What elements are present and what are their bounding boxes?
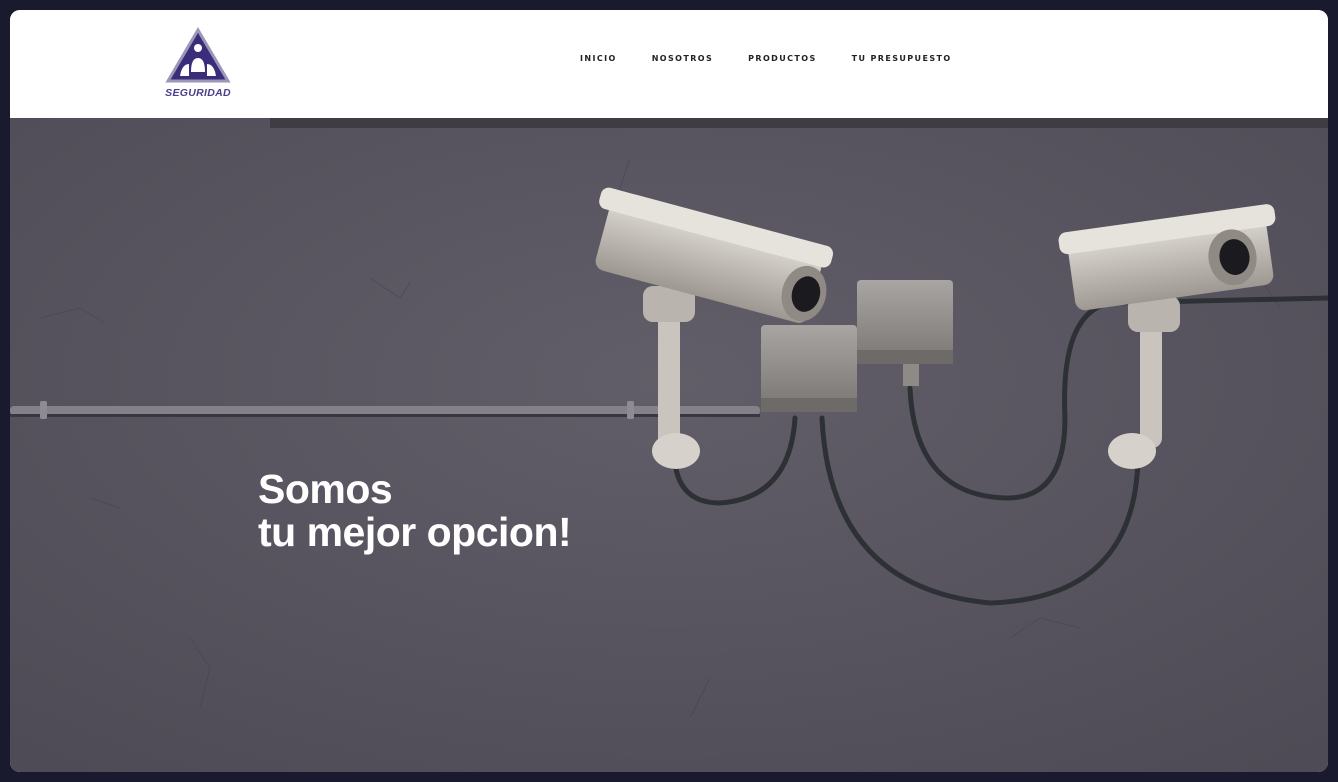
nav-item-tu-presupuesto[interactable]: TU PRESUPUESTO — [852, 53, 952, 65]
nav-item-nosotros[interactable]: NOSOTROS — [652, 53, 713, 65]
hero-title-line-1: Somos — [258, 466, 393, 512]
hero-background-image — [10, 118, 1328, 772]
site-logo[interactable]: SEGURIDAD — [158, 24, 238, 104]
browser-viewport: SEGURIDAD INICIO NOSOTROS PRODUCTOS TU P… — [10, 10, 1328, 772]
hero-title: Somos tu mejor opcion! — [258, 466, 572, 555]
hero-title-line-2: tu mejor opcion! — [258, 509, 572, 555]
site-header: SEGURIDAD INICIO NOSOTROS PRODUCTOS TU P… — [10, 10, 1328, 118]
nav-item-inicio[interactable]: INICIO — [580, 53, 617, 65]
logo-triangle-icon — [165, 27, 231, 83]
hero-banner: Somos tu mejor opcion! — [10, 118, 1328, 772]
nav-item-productos[interactable]: PRODUCTOS — [748, 53, 816, 65]
logo-text: SEGURIDAD — [165, 87, 231, 99]
main-navigation: INICIO NOSOTROS PRODUCTOS TU PRESUPUESTO — [580, 53, 987, 65]
